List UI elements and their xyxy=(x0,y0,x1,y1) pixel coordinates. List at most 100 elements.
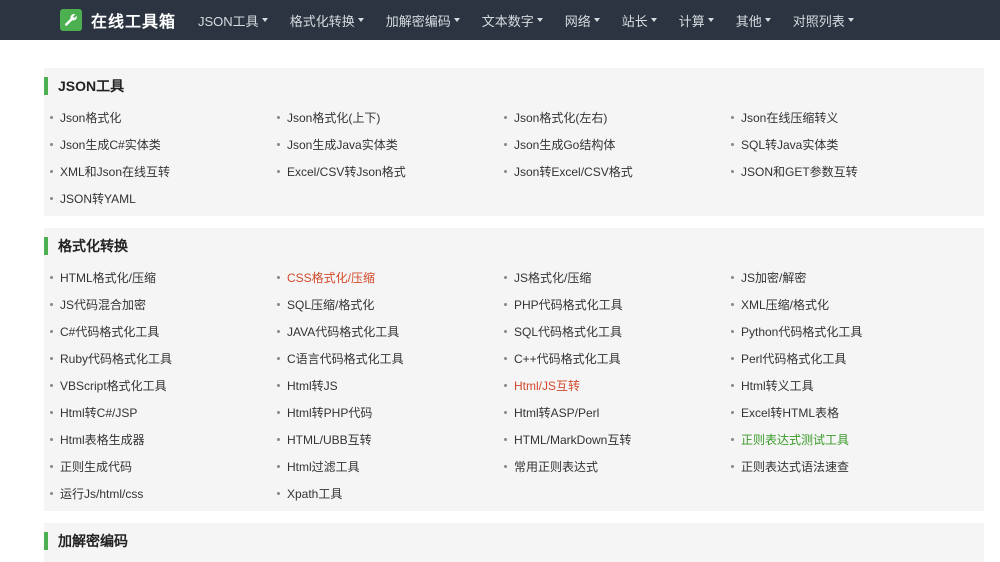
bullet-icon xyxy=(50,116,53,119)
tool-link-grid: HTML格式化/压缩 CSS格式化/压缩 JS格式化/压缩 JS加密/解密 JS代码混合… xyxy=(44,264,984,507)
section-header: 格式化转换 xyxy=(44,236,984,256)
tool-link[interactable]: C语言代码格式化工具 xyxy=(277,345,504,372)
tool-link[interactable]: Html转JS xyxy=(277,372,504,399)
section-accent-bar xyxy=(44,77,48,95)
nav-item-label: 站长 xyxy=(621,13,648,29)
tool-link-label: Xpath工具 xyxy=(287,487,343,501)
tool-link[interactable]: PHP代码格式化工具 xyxy=(504,291,731,318)
section-title: 格式化转换 xyxy=(58,238,128,254)
tool-link[interactable]: JSON转YAML xyxy=(50,185,277,212)
tool-link[interactable]: JS加密/解密 xyxy=(731,264,958,291)
tool-link-grid: Json格式化 Json格式化(上下) Json格式化(左右) Json在线压缩转义 J… xyxy=(44,104,984,212)
tool-link-label: Json生成Java实体类 xyxy=(287,138,398,152)
tool-link[interactable]: Html转义工具 xyxy=(731,372,958,399)
tool-link[interactable]: Json生成Java实体类 xyxy=(277,131,504,158)
tool-link[interactable]: 常用正则表达式 xyxy=(504,453,731,480)
brand[interactable]: 在线工具箱 xyxy=(60,8,176,32)
tool-link[interactable]: Html表格生成器 xyxy=(50,426,277,453)
wrench-icon xyxy=(60,9,82,31)
nav-item-label: JSON工具 xyxy=(198,13,259,29)
section-0: JSON工具 Json格式化 Json格式化(上下) Json格式化(左右) Json在… xyxy=(44,68,984,216)
tool-link[interactable]: Json格式化(左右) xyxy=(504,104,731,131)
tool-link[interactable]: Ruby代码格式化工具 xyxy=(50,345,277,372)
bullet-icon xyxy=(50,303,53,306)
tool-link[interactable]: SQL压缩/格式化 xyxy=(277,291,504,318)
nav-item-7[interactable]: 其他 xyxy=(736,11,771,30)
tool-link-label: SQL转Java实体类 xyxy=(741,138,839,152)
tool-link[interactable]: Excel转HTML表格 xyxy=(731,399,958,426)
bullet-icon xyxy=(50,357,53,360)
nav-item-4[interactable]: 网络 xyxy=(565,11,600,30)
tool-link[interactable]: Json在线压缩转义 xyxy=(731,104,958,131)
tool-link[interactable]: JAVA代码格式化工具 xyxy=(277,318,504,345)
tool-link[interactable]: C#代码格式化工具 xyxy=(50,318,277,345)
nav-item-1[interactable]: 格式化转换 xyxy=(290,11,364,30)
tool-link[interactable]: XML和Json在线互转 xyxy=(50,158,277,185)
tool-link-label: Json格式化 xyxy=(60,111,122,125)
tool-link-label: Excel/CSV转Json格式 xyxy=(287,165,406,179)
tool-link[interactable]: Python代码格式化工具 xyxy=(731,318,958,345)
tool-link-label: HTML/MarkDown互转 xyxy=(514,433,632,447)
tool-link[interactable]: Html过滤工具 xyxy=(277,453,504,480)
tool-link-label: Json格式化(左右) xyxy=(514,111,608,125)
bullet-icon xyxy=(504,276,507,279)
tool-link[interactable]: Html转C#/JSP xyxy=(50,399,277,426)
tool-link[interactable]: CSS格式化/压缩 xyxy=(277,264,504,291)
tool-link-label: 正则表达式测试工具 xyxy=(741,433,850,447)
tool-link[interactable]: VBScript格式化工具 xyxy=(50,372,277,399)
tool-link[interactable]: 正则表达式测试工具 xyxy=(731,426,958,453)
tool-link[interactable]: Json格式化 xyxy=(50,104,277,131)
tool-link[interactable]: Xpath工具 xyxy=(277,480,504,507)
tool-link-label: Json转Excel/CSV格式 xyxy=(514,165,633,179)
tool-link[interactable]: JS代码混合加密 xyxy=(50,291,277,318)
tool-link[interactable]: C++代码格式化工具 xyxy=(504,345,731,372)
tool-link[interactable]: XML压缩/格式化 xyxy=(731,291,958,318)
tool-link[interactable]: Json生成Go结构体 xyxy=(504,131,731,158)
nav-item-2[interactable]: 加解密编码 xyxy=(386,11,460,30)
nav-item-label: 计算 xyxy=(678,13,705,29)
tool-link[interactable]: 正则表达式语法速查 xyxy=(731,453,958,480)
tool-link[interactable]: JS格式化/压缩 xyxy=(504,264,731,291)
section-2: 加解密编码 xyxy=(44,523,984,562)
tool-link-label: VBScript格式化工具 xyxy=(60,379,167,393)
nav-item-3[interactable]: 文本数字 xyxy=(482,11,543,30)
tool-link[interactable]: Json转Excel/CSV格式 xyxy=(504,158,731,185)
nav-item-8[interactable]: 对照列表 xyxy=(793,11,854,30)
nav-item-0[interactable]: JSON工具 xyxy=(198,11,268,30)
tool-link[interactable]: Html转ASP/Perl xyxy=(504,399,731,426)
tool-link-label: Html表格生成器 xyxy=(60,433,145,447)
tool-link[interactable]: SQL代码格式化工具 xyxy=(504,318,731,345)
nav-item-5[interactable]: 站长 xyxy=(622,11,657,30)
bullet-icon xyxy=(731,357,734,360)
nav-item-label: 其他 xyxy=(735,13,762,29)
tool-link-label: C++代码格式化工具 xyxy=(514,352,621,366)
tool-link[interactable]: HTML/MarkDown互转 xyxy=(504,426,731,453)
tool-link[interactable]: HTML格式化/压缩 xyxy=(50,264,277,291)
tool-link-label: CSS格式化/压缩 xyxy=(287,271,376,285)
tool-link[interactable]: HTML/UBB互转 xyxy=(277,426,504,453)
main-content: JSON工具 Json格式化 Json格式化(上下) Json格式化(左右) Json在… xyxy=(0,40,1000,562)
tool-link-label: Json格式化(上下) xyxy=(287,111,381,125)
tool-link-label: JSON和GET参数互转 xyxy=(741,165,858,179)
bullet-icon xyxy=(504,116,507,119)
bullet-icon xyxy=(731,384,734,387)
tool-link[interactable]: SQL转Java实体类 xyxy=(731,131,958,158)
tool-link[interactable]: Perl代码格式化工具 xyxy=(731,345,958,372)
tool-link[interactable]: Excel/CSV转Json格式 xyxy=(277,158,504,185)
tool-link-label: HTML/UBB互转 xyxy=(287,433,372,447)
tool-link[interactable]: 正则生成代码 xyxy=(50,453,277,480)
tool-link[interactable]: Json生成C#实体类 xyxy=(50,131,277,158)
tool-link-label: HTML格式化/压缩 xyxy=(60,271,157,285)
bullet-icon xyxy=(277,276,280,279)
tool-link[interactable]: 运行Js/html/css xyxy=(50,480,277,507)
top-navbar: 在线工具箱 JSON工具 格式化转换 加解密编码 文本数字 网络 站长 计算 其他 对照列表 xyxy=(0,0,1000,40)
tool-link[interactable]: Json格式化(上下) xyxy=(277,104,504,131)
tool-link[interactable]: JSON和GET参数互转 xyxy=(731,158,958,185)
site-title: 在线工具箱 xyxy=(91,14,177,31)
tool-link[interactable]: Html转PHP代码 xyxy=(277,399,504,426)
tool-link-label: 常用正则表达式 xyxy=(514,460,599,474)
section-header: 加解密编码 xyxy=(44,531,984,551)
bullet-icon xyxy=(504,384,507,387)
tool-link[interactable]: Html/JS互转 xyxy=(504,372,731,399)
nav-item-6[interactable]: 计算 xyxy=(679,11,714,30)
